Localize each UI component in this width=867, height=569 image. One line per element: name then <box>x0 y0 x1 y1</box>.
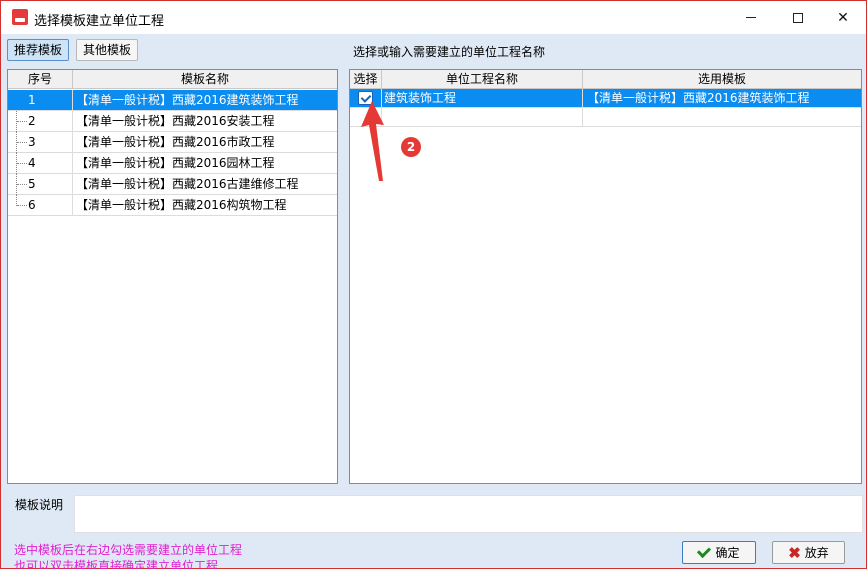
template-row-index: 4 <box>8 153 73 173</box>
project-name-input[interactable] <box>382 108 583 126</box>
column-header-chosen-template[interactable]: 选用模板 <box>583 70 861 89</box>
template-row-name: 【清单一般计税】西藏2016构筑物工程 <box>76 198 287 212</box>
cancel-button[interactable]: ✖ 放弃 <box>772 541 845 564</box>
template-row-name: 【清单一般计税】西藏2016建筑装饰工程 <box>76 93 299 107</box>
dialog-window: 选择模板建立单位工程 ✕ 推荐模板 其他模板 选择或输入需要建立的单位工程名称 … <box>0 0 867 569</box>
window-title: 选择模板建立单位工程 <box>34 14 165 29</box>
tab-recommended-templates[interactable]: 推荐模板 <box>7 39 70 61</box>
column-header-select[interactable]: 选择 <box>350 70 382 89</box>
template-row[interactable]: 1 【清单一般计税】西藏2016建筑装饰工程 <box>8 90 337 111</box>
template-row-name: 【清单一般计税】西藏2016市政工程 <box>76 135 275 149</box>
template-grid[interactable]: 序号 模板名称 1 【清单一般计税】西藏2016建筑装饰工程 2 【清单一般计税… <box>7 69 338 484</box>
minimize-button[interactable] <box>728 1 774 34</box>
app-logo-icon <box>12 9 28 25</box>
template-row-index: 2 <box>8 111 73 131</box>
template-row-index: 3 <box>8 132 73 152</box>
annotation-arrow-icon <box>361 101 384 181</box>
cancel-button-label: 放弃 <box>804 546 829 560</box>
close-button[interactable]: ✕ <box>820 1 866 34</box>
template-row-index: 5 <box>8 174 73 194</box>
template-description-box <box>74 495 863 533</box>
template-row[interactable]: 5 【清单一般计税】西藏2016古建维修工程 <box>8 174 337 195</box>
column-header-index[interactable]: 序号 <box>8 70 73 89</box>
template-row-name: 【清单一般计税】西藏2016园林工程 <box>76 156 275 170</box>
minimize-icon <box>746 17 756 18</box>
project-name-cell[interactable]: 建筑装饰工程 <box>382 89 583 108</box>
close-icon: ✕ <box>837 9 849 26</box>
maximize-icon <box>793 12 803 23</box>
hint-line-2: 也可以双击模板直接确定建立单位工程 <box>14 559 219 569</box>
step-badge: 2 <box>401 137 421 157</box>
cross-icon: ✖ <box>788 544 801 562</box>
template-row[interactable]: 4 【清单一般计税】西藏2016园林工程 <box>8 153 337 174</box>
hint-line-1: 选中模板后在右边勾选需要建立的单位工程 <box>14 543 243 557</box>
template-row-name: 【清单一般计税】西藏2016古建维修工程 <box>76 177 299 191</box>
tab-other-templates[interactable]: 其他模板 <box>76 39 139 61</box>
column-header-template-name[interactable]: 模板名称 <box>73 70 337 89</box>
project-name-prompt: 选择或输入需要建立的单位工程名称 <box>353 45 546 59</box>
ok-button[interactable]: 确定 <box>682 541 756 564</box>
project-row[interactable]: 建筑装饰工程 【清单一般计税】西藏2016建筑装饰工程 <box>350 89 861 108</box>
maximize-button[interactable] <box>775 1 821 34</box>
checkmark-icon <box>697 543 712 558</box>
title-bar: 选择模板建立单位工程 ✕ <box>1 1 866 34</box>
column-header-project-name[interactable]: 单位工程名称 <box>382 70 583 89</box>
template-grid-header: 序号 模板名称 <box>8 70 337 89</box>
ok-button-label: 确定 <box>715 546 740 560</box>
project-row-empty[interactable] <box>350 108 861 127</box>
template-row-index: 6 <box>8 195 73 215</box>
project-grid[interactable]: 选择 单位工程名称 选用模板 建筑装饰工程 【清单一般计税】西藏2016建筑装饰… <box>349 69 862 484</box>
template-row-index: 1 <box>8 90 73 110</box>
template-row[interactable]: 2 【清单一般计税】西藏2016安装工程 <box>8 111 337 132</box>
chosen-template-cell[interactable]: 【清单一般计税】西藏2016建筑装饰工程 <box>583 89 861 108</box>
template-row[interactable]: 3 【清单一般计税】西藏2016市政工程 <box>8 132 337 153</box>
template-description-label: 模板说明 <box>15 498 64 512</box>
template-row-name: 【清单一般计税】西藏2016安装工程 <box>76 114 275 128</box>
project-grid-header: 选择 单位工程名称 选用模板 <box>350 70 861 89</box>
template-row[interactable]: 6 【清单一般计税】西藏2016构筑物工程 <box>8 195 337 216</box>
